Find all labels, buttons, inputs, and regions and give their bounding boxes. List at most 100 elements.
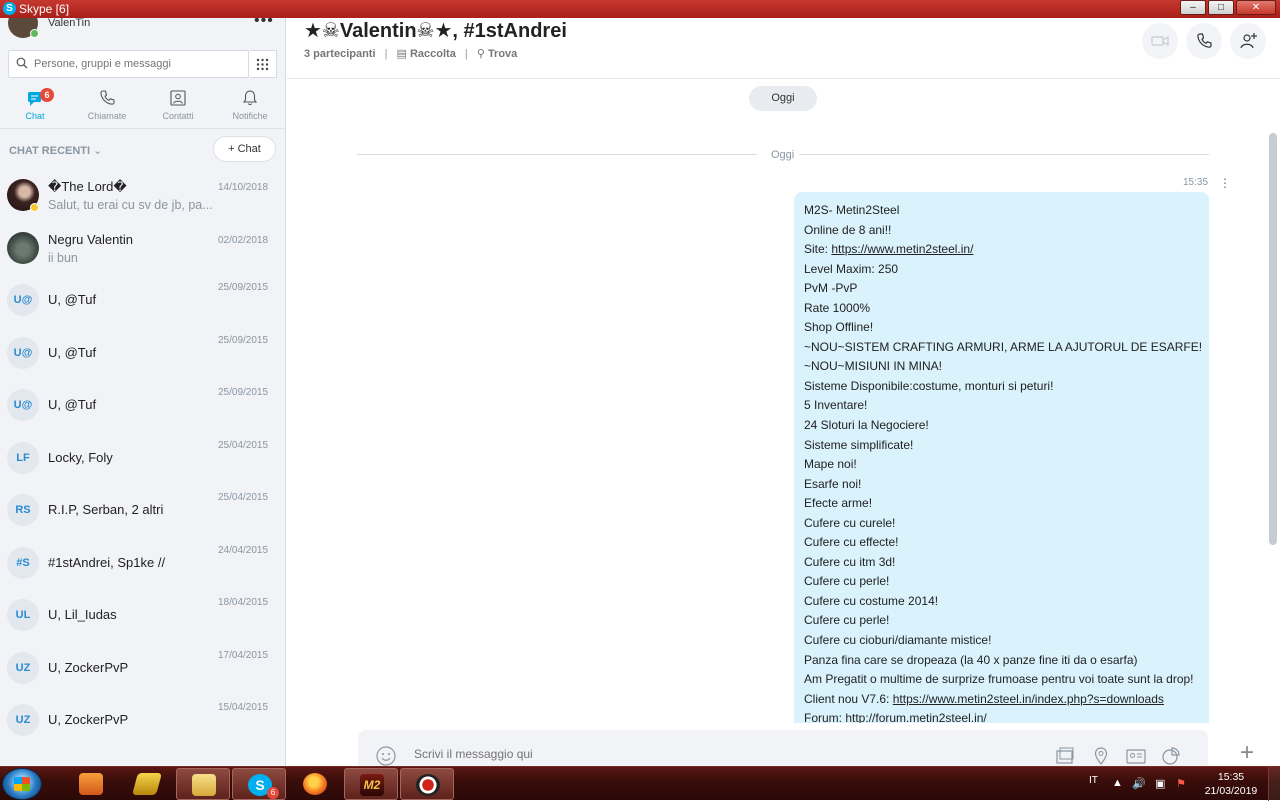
action-center-icon[interactable]: ⚑ [1176,777,1186,790]
show-hidden-icons-icon[interactable]: ▲ [1112,777,1123,789]
tab-calls-label: Chiamate [87,111,127,121]
audio-call-button[interactable] [1186,23,1222,59]
taskbar-metin2[interactable]: M2 [344,768,398,800]
add-content-button[interactable]: + [1232,738,1262,768]
chat-list-item[interactable]: �The Lord� Salut, tu erai cu sv de jb, p… [0,171,285,224]
taskbar-firefox[interactable] [288,768,342,800]
site-link[interactable]: https://www.metin2steel.in/ [831,242,973,256]
chat-list-item[interactable]: UZ U, ZockerPvP 17/04/2015 [0,644,285,697]
new-chat-button[interactable]: + Chat [213,136,276,162]
taskbar-skype[interactable]: S 6 [232,768,286,800]
chat-preview: Salut, tu erai cu sv de jb, pa... [48,198,213,212]
taskbar-recorder[interactable] [400,768,454,800]
record-icon [416,774,440,796]
recent-chats-header[interactable]: CHAT RECENTI ⌄ [9,144,102,157]
chat-name: Negru Valentin [48,231,134,247]
show-desktop-button[interactable] [1268,767,1280,801]
chat-date: 25/09/2015 [218,387,269,398]
participants-link[interactable]: 3 partecipanti [304,48,376,60]
system-clock[interactable]: 15:35 21/03/2019 [1200,770,1262,798]
close-button[interactable]: ✕ [1236,0,1276,15]
maximize-button[interactable]: □ [1208,0,1234,15]
chat-list-item[interactable]: LF Locky, Foly 25/04/2015 [0,434,285,487]
message-line: Client nou V7.6: https://www.metin2steel… [804,690,1199,710]
message-line: ~NOU~SISTEM CRAFTING ARMURI, ARME LA AJU… [804,339,1203,354]
tab-contacts[interactable]: Contatti [143,88,213,128]
recent-chats-label: CHAT RECENTI [9,145,91,157]
chat-list-item[interactable]: Negru Valentin ii bun 02/02/2018 [0,224,285,277]
message-timestamp: 15:35 [1183,177,1209,188]
avatar [7,231,39,264]
network-icon[interactable]: ▣ [1155,777,1165,790]
message-text: Client nou V7.6: [804,691,893,706]
gallery-link[interactable]: Raccolta [410,48,456,60]
chat-date: 14/10/2018 [218,182,269,193]
dialpad-button[interactable] [249,50,277,78]
chat-list-item[interactable]: UZ U, ZockerPvP 15/04/2015 [0,696,285,749]
chat-list-item[interactable]: U@ U, @Tuf 25/09/2015 [0,276,285,329]
bell-icon [242,90,258,106]
message-line: Site: https://www.metin2steel.in/ [804,240,1199,260]
start-button[interactable] [2,768,42,800]
poll-icon[interactable] [1160,745,1182,767]
message-line: Rate 1000% [804,300,871,315]
tab-chat[interactable]: 6 Chat [0,88,70,128]
taskbar-explorer[interactable] [176,768,230,800]
message-input[interactable] [414,745,1014,763]
search-box[interactable] [8,50,249,78]
scrollbar[interactable] [1269,133,1277,545]
window-controls: – □ ✕ [1180,0,1276,16]
chat-list-item[interactable]: U@ U, @Tuf 25/09/2015 [0,381,285,434]
message-line: Sisteme simplificate! [804,437,914,452]
search-icon [16,57,28,69]
chat-date: 15/04/2015 [218,702,269,713]
skype-logo-icon: S [3,2,16,15]
tab-notifications[interactable]: Notifiche [215,88,285,128]
search-input[interactable] [34,55,244,73]
tab-calls[interactable]: Chiamate [72,88,142,128]
conversation-title[interactable]: ★☠Valentin☠★, #1stAndrei [304,18,567,43]
more-options-icon[interactable]: ••• [254,18,274,30]
taskbar-winamp[interactable] [120,768,174,800]
add-person-icon [1240,33,1257,49]
volume-icon[interactable]: 🔊 [1132,777,1146,790]
chat-list-item[interactable]: #S #1stAndrei, Sp1ke // 24/04/2015 [0,539,285,592]
message-options-icon[interactable]: ⋮ [1219,176,1231,190]
clock-time: 15:35 [1217,771,1245,783]
client-download-link[interactable]: https://www.metin2steel.in/index.php?s=d… [893,692,1164,706]
media-player-icon [79,773,103,795]
metin2-icon: M2 [360,774,384,796]
language-indicator[interactable]: IT [1089,775,1098,786]
profile-name[interactable]: ValenTin [48,18,90,29]
image-icon[interactable] [1054,745,1076,767]
chat-list-item[interactable]: RS R.I.P, Serban, 2 altri 25/04/2015 [0,486,285,539]
chat-list-item[interactable]: U@ U, @Tuf 25/09/2015 [0,329,285,382]
message-bubble[interactable]: M2S- Metin2Steel Online de 8 ani!! Site:… [794,192,1209,723]
add-participant-button[interactable] [1230,23,1266,59]
emoji-icon[interactable] [375,745,397,767]
find-link[interactable]: Trova [488,48,517,60]
message-line: Efecte arme! [804,496,873,511]
day-separator-label: Oggi [771,149,795,161]
gallery-icon: ▤ [396,48,410,60]
tab-notifications-label: Notifiche [232,111,268,121]
windows-logo-icon [14,777,30,791]
chat-name: U, Lil_Iudas [48,607,117,622]
video-call-button[interactable] [1142,23,1178,59]
window-title: Skype [6] [19,2,70,16]
chat-list-item[interactable]: UL U, Lil_Iudas 18/04/2015 [0,591,285,644]
chat-date: 24/04/2015 [218,544,269,556]
chat-date: 02/02/2018 [218,234,269,246]
divider [0,128,285,129]
avatar: UL [7,599,39,631]
chat-date: 25/09/2015 [218,334,269,346]
contact-card-icon[interactable] [1125,745,1147,767]
minimize-button[interactable]: – [1180,0,1206,15]
taskbar-media-player[interactable] [64,768,118,800]
chat-name: �The Lord� [48,179,127,194]
new-chat-label: Chat [237,143,261,155]
video-camera-icon [1151,35,1169,47]
location-icon[interactable] [1090,745,1112,767]
compose-bar [358,730,1208,766]
message-line: ~NOU~MISIUNI IN MINA! [804,359,943,374]
